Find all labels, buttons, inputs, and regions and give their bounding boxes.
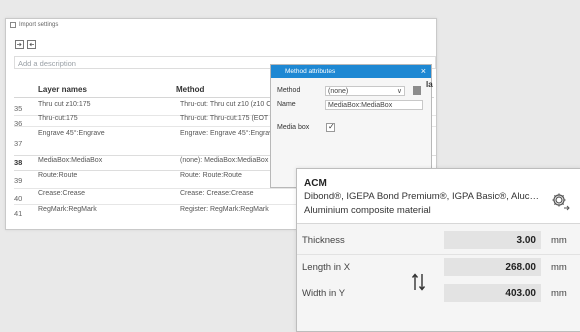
method-value: Register: RegMark:RegMark: [180, 206, 269, 213]
row-number: 37: [14, 139, 23, 148]
import-icon[interactable]: [15, 40, 24, 49]
layer-name: MediaBox:MediaBox: [38, 157, 103, 164]
import-settings-titlebar: Import settings: [6, 19, 436, 32]
width-y-label: Width in Y: [302, 288, 346, 299]
method-value: (none): MediaBox:MediaBox: [180, 157, 269, 164]
method-value: Route: Route:Route: [180, 172, 242, 179]
method-value: Thru-cut: Thru cut z10 (z10 C: [180, 101, 272, 108]
width-y-unit: mm: [551, 288, 567, 299]
mediabox-checkbox[interactable]: ✓: [326, 122, 335, 132]
method-attributes-titlebar: Method attributes ×: [271, 65, 431, 78]
length-x-label: Length in X: [302, 262, 351, 273]
check-icon: ✓: [328, 122, 335, 131]
row-number: 40: [14, 194, 23, 203]
row-number: 35: [14, 104, 23, 113]
layer-name: Engrave 45°:Engrave: [38, 130, 105, 137]
row-divider: [297, 254, 580, 255]
thickness-unit: mm: [551, 235, 567, 246]
export-icon[interactable]: [27, 40, 36, 49]
method-value: Thru-cut: Thru-cut:175 (EOT: [180, 115, 269, 122]
column-header-method[interactable]: Method: [176, 85, 204, 94]
thickness-label: Thickness: [302, 235, 345, 246]
method-attributes-title: Method attributes: [285, 68, 336, 75]
color-swatch[interactable]: [413, 86, 421, 95]
length-x-unit: mm: [551, 262, 567, 273]
gear-icon[interactable]: [550, 191, 570, 211]
column-header-layer-names[interactable]: Layer names: [38, 85, 87, 94]
material-description: Aluminium composite material: [304, 205, 431, 216]
material-name: ACM: [304, 178, 327, 189]
method-label: Method: [277, 87, 301, 94]
method-value: Crease: Crease:Crease: [180, 190, 254, 197]
width-y-field[interactable]: 403.00: [444, 284, 541, 302]
layer-name: Thru cut z10:175: [38, 101, 91, 108]
window-icon: [10, 22, 16, 28]
thickness-field[interactable]: 3.00: [444, 231, 541, 249]
material-panel: ACM Dibond®, IGEPA Bond Premium®, IGPA B…: [296, 168, 580, 332]
method-value: Engrave: Engrave 45°:Engrave: [180, 130, 277, 137]
length-x-field[interactable]: 268.00: [444, 258, 541, 276]
column-header-partial: la: [426, 80, 433, 89]
layer-name: RegMark:RegMark: [38, 206, 97, 213]
mediabox-label: Media box: [277, 124, 310, 131]
method-select[interactable]: (none) ∨: [325, 86, 405, 96]
layer-name: Thru-cut:175: [38, 115, 78, 122]
chevron-down-icon: ∨: [396, 88, 402, 95]
swap-arrows-icon[interactable]: [411, 272, 427, 292]
method-select-value: (none): [328, 88, 349, 95]
name-label: Name: [277, 101, 296, 108]
import-settings-title: Import settings: [19, 22, 59, 28]
close-icon[interactable]: ×: [421, 66, 426, 76]
row-number: 38: [14, 158, 23, 167]
material-brands: Dibond®, IGEPA Bond Premium®, IGPA Basic…: [304, 191, 540, 202]
material-header[interactable]: ACM Dibond®, IGEPA Bond Premium®, IGPA B…: [297, 169, 580, 224]
layer-name: Route:Route: [38, 172, 78, 179]
row-number: 39: [14, 176, 23, 185]
row-number: 41: [14, 209, 23, 218]
layer-name: Crease:Crease: [38, 190, 86, 197]
name-field[interactable]: MediaBox:MediaBox: [325, 100, 423, 110]
